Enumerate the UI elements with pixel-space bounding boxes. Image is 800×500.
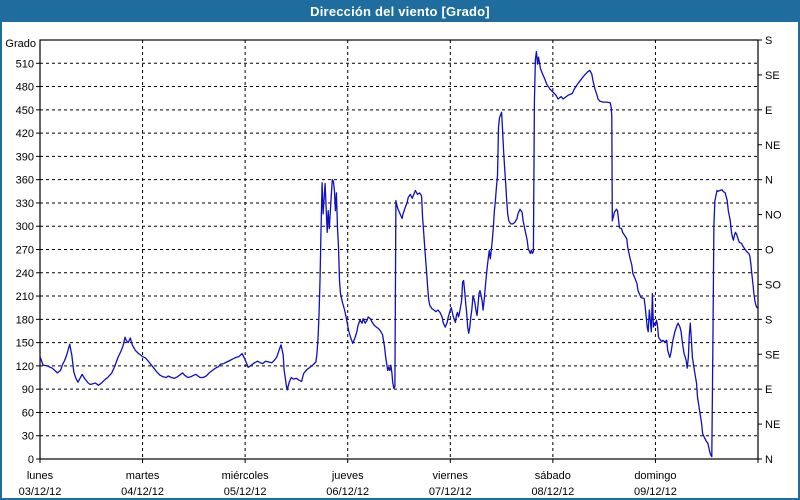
svg-text:sábado: sábado [535,470,571,482]
y-axis-right-labels: N NE E SE S SO O NO N NE E SE S [765,35,782,466]
x-axis-day-labels: lunes 03/12/12 martes 04/12/12 miércoles 05/1… [19,470,677,498]
svg-text:O: O [765,245,774,257]
svg-text:300: 300 [16,221,34,233]
svg-text:NE: NE [765,140,780,152]
svg-text:360: 360 [16,175,34,187]
svg-text:domingo: domingo [634,470,676,482]
wind-direction-series-line [40,52,757,457]
svg-text:07/12/12: 07/12/12 [429,486,472,498]
svg-text:60: 60 [22,407,34,419]
svg-text:05/12/12: 05/12/12 [224,486,267,498]
plot-border [40,40,758,459]
svg-text:E: E [765,384,772,396]
svg-text:180: 180 [16,314,34,326]
svg-text:480: 480 [16,82,34,94]
svg-text:330: 330 [16,198,34,210]
svg-text:N: N [765,175,773,187]
svg-text:viernes: viernes [433,470,469,482]
svg-text:SE: SE [765,349,780,361]
svg-text:90: 90 [22,384,34,396]
y-axis-title: Grado [5,38,36,50]
svg-text:04/12/12: 04/12/12 [121,486,164,498]
svg-text:SE: SE [765,70,780,82]
svg-text:N: N [765,454,773,466]
svg-text:S: S [765,35,772,47]
svg-text:270: 270 [16,245,34,257]
svg-text:08/12/12: 08/12/12 [531,486,574,498]
svg-text:30: 30 [22,431,34,443]
axis-ticks [36,40,762,463]
svg-text:450: 450 [16,105,34,117]
svg-text:S: S [765,314,772,326]
svg-text:martes: martes [126,470,160,482]
svg-text:240: 240 [16,268,34,280]
svg-text:NE: NE [765,419,780,431]
svg-text:SO: SO [765,279,781,291]
svg-text:E: E [765,105,772,117]
svg-text:120: 120 [16,361,34,373]
svg-text:0: 0 [28,454,34,466]
svg-text:09/12/12: 09/12/12 [634,486,677,498]
svg-text:03/12/12: 03/12/12 [19,486,62,498]
svg-text:390: 390 [16,151,34,163]
svg-text:420: 420 [16,128,34,140]
wind-direction-chart-window: Dirección del viento [Grado] 03060901201… [0,0,800,500]
svg-text:510: 510 [16,58,34,70]
gridlines [40,40,758,459]
y-axis-left-labels: 0 30 60 90 120 150 180 210 240 270 300 330 360 390 420… [16,58,34,466]
svg-text:lunes: lunes [27,470,54,482]
svg-text:Grado: Grado [5,38,36,50]
svg-text:jueves: jueves [331,470,364,482]
wind-direction-line-chart: 0 30 60 90 120 150 180 210 240 270 300 330 360 390 420… [0,0,800,500]
svg-text:150: 150 [16,338,34,350]
svg-text:06/12/12: 06/12/12 [326,486,369,498]
svg-text:miércoles: miércoles [222,470,270,482]
svg-text:210: 210 [16,291,34,303]
svg-text:NO: NO [765,210,782,222]
